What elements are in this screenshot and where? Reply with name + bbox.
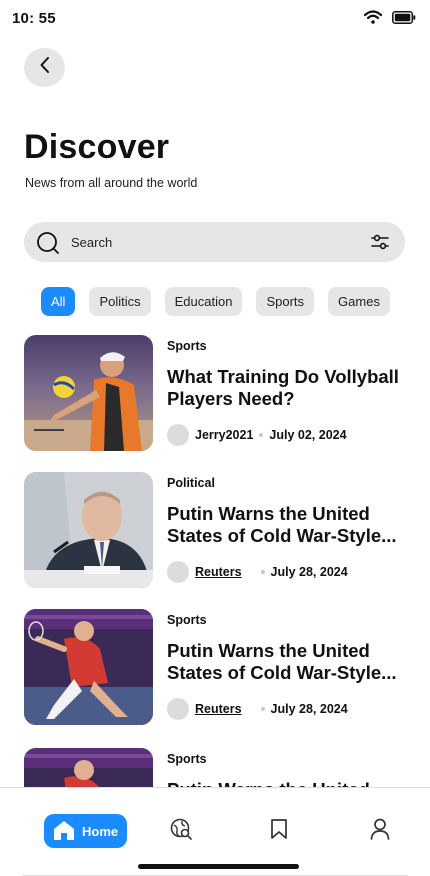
article-meta: Reuters July 28, 2024 [167,698,348,720]
page-title: Discover [24,128,170,166]
article-author[interactable]: Reuters [195,565,242,579]
article-card[interactable]: Sports What Training Do Vollyball Player… [24,335,406,451]
status-time: 10: 55 [12,10,56,27]
category-chips: All Politics Education Sports Games [41,287,390,316]
article-headline[interactable]: Putin Warns the United States of Cold Wa… [167,640,407,684]
chip-games[interactable]: Games [328,287,390,316]
article-thumbnail-badminton [24,609,153,725]
page-subtitle: News from all around the world [25,176,198,190]
article-headline[interactable]: Putin Warns the United States of Cold Wa… [167,503,407,547]
article-date: July 28, 2024 [270,702,348,716]
separator-dot [259,433,264,437]
article-meta: Jerry2021 July 02, 2024 [167,424,347,446]
article-card[interactable]: Sports Putin Warns the United States of … [24,609,406,725]
article-category: Sports [167,613,207,627]
article-date: July 28, 2024 [270,565,348,579]
article-meta: Reuters July 28, 2024 [167,561,348,583]
author-avatar [167,424,189,446]
article-card[interactable]: Political Putin Warns the United States … [24,472,406,588]
article-category: Political [167,476,215,490]
chip-sports[interactable]: Sports [256,287,315,316]
chip-education[interactable]: Education [164,287,243,316]
article-author[interactable]: Reuters [195,702,242,716]
status-icons [363,10,416,29]
chevron-left-icon [38,55,52,80]
nav-home-button[interactable]: Home [44,814,127,848]
status-bar: 10: 55 [0,0,430,36]
battery-icon [392,10,416,29]
article-author[interactable]: Jerry2021 [195,428,253,442]
home-icon [52,819,76,844]
article-headline[interactable]: What Training Do Vollyball Players Need? [167,366,407,410]
chip-politics[interactable]: Politics [89,287,151,316]
home-indicator [138,864,299,869]
explore-globe-icon[interactable] [170,818,192,845]
article-date: July 02, 2024 [269,428,347,442]
separator-dot [260,707,265,711]
profile-icon[interactable] [370,818,390,845]
author-avatar [167,698,189,720]
search-input[interactable]: Search [71,235,112,250]
search-icon [36,231,60,260]
bookmark-icon[interactable] [270,818,288,845]
back-button[interactable] [24,48,65,87]
search-bar[interactable]: Search [24,222,405,262]
bottom-nav: Home [0,787,430,876]
nav-home-label: Home [82,823,119,839]
filter-sliders-icon[interactable] [371,233,389,256]
article-thumbnail-volleyball [24,335,153,451]
article-category: Sports [167,339,207,353]
wifi-icon [363,10,383,29]
author-avatar [167,561,189,583]
chip-all[interactable]: All [41,287,76,316]
article-category: Sports [167,752,207,766]
separator-dot [260,570,265,574]
article-thumbnail-politician [24,472,153,588]
